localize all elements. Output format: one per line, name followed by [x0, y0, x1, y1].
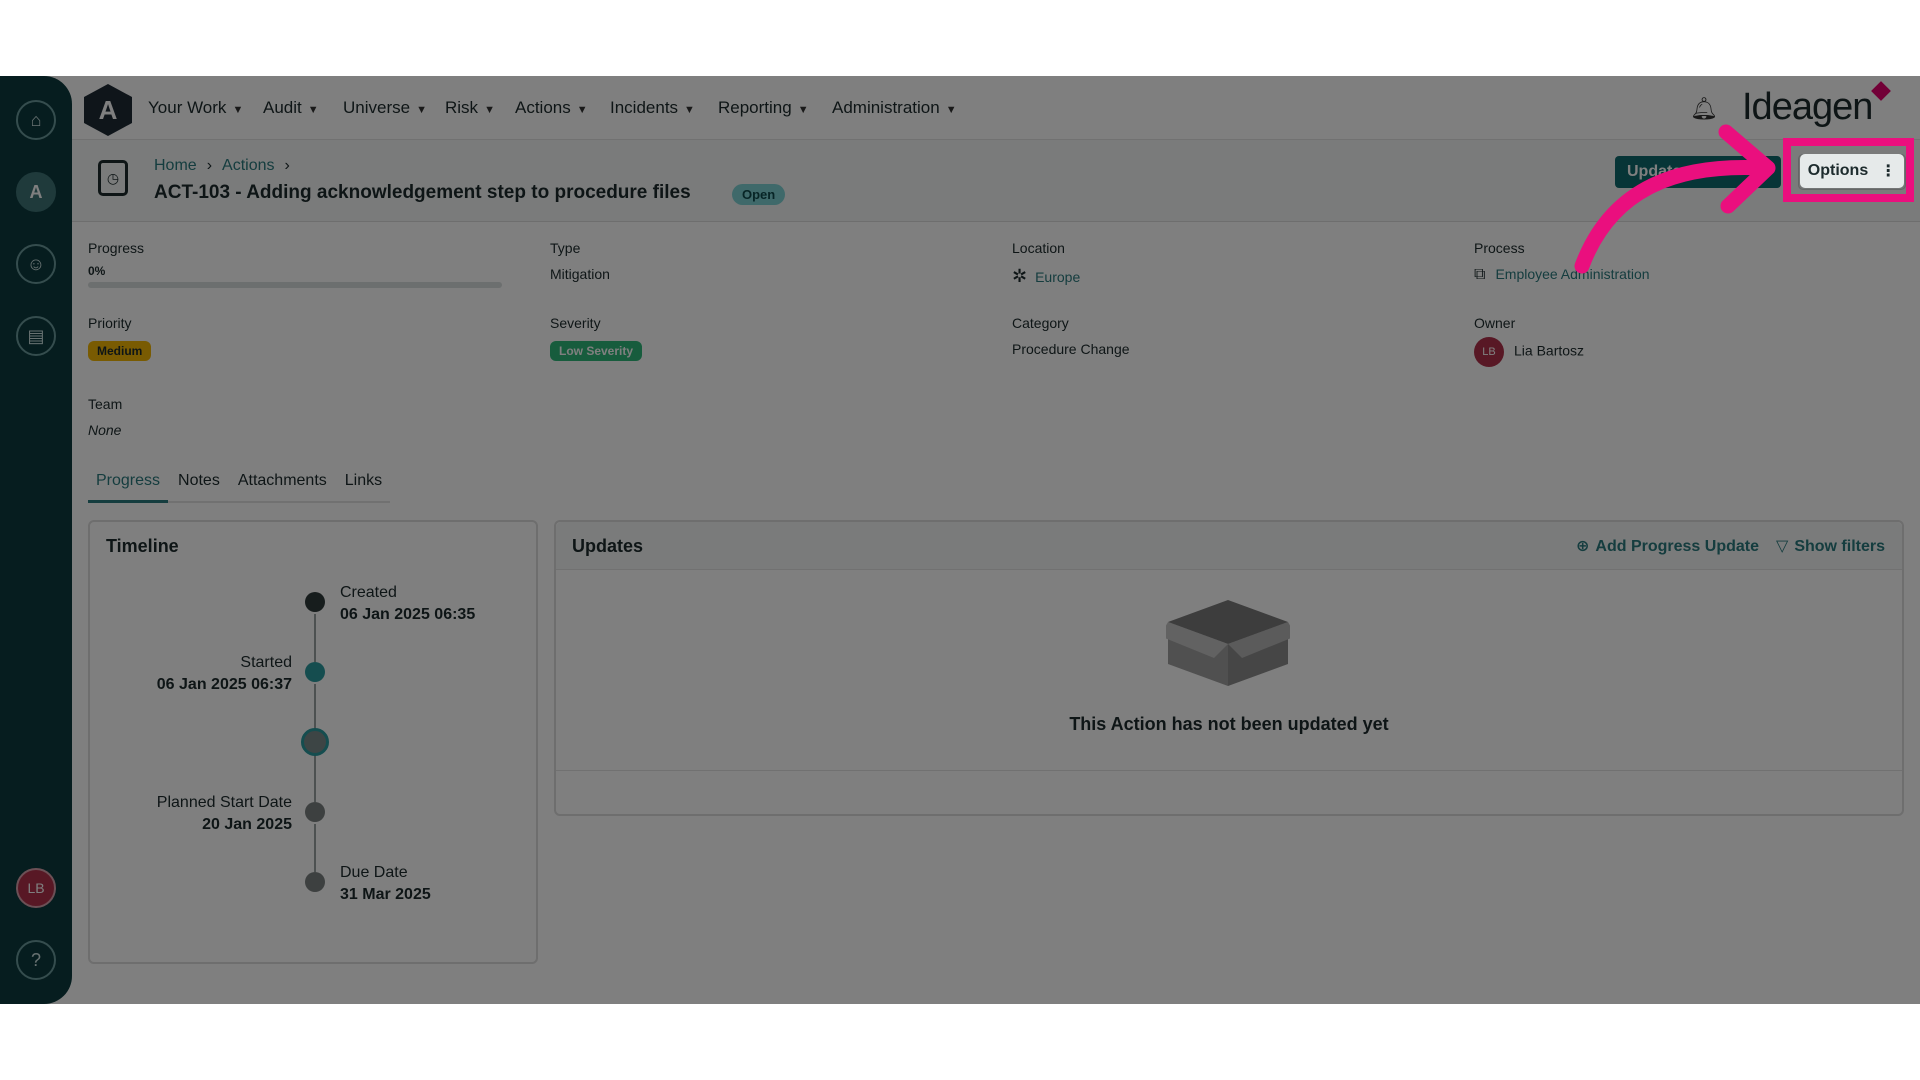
severity-field: Severity Low Severity — [550, 315, 643, 361]
add-progress-update-button[interactable]: ⊕ Add Progress Update — [1576, 536, 1759, 556]
process-field: Process ⧉ Employee Administration — [1474, 240, 1650, 283]
breadcrumb-home[interactable]: Home — [154, 157, 197, 175]
left-rail: ⌂ A ☺ ▤ LB ? — [0, 76, 72, 1004]
chevron-down-icon: ▼ — [576, 104, 588, 116]
chevron-down-icon: ▼ — [416, 104, 427, 116]
priority-badge: Medium — [88, 341, 152, 361]
timeline-dot-due — [305, 872, 325, 892]
nav-universe[interactable]: Universe ▼ — [343, 98, 427, 118]
progress-bar — [88, 282, 502, 288]
timeline-due: Due Date 31 Mar 2025 — [340, 864, 431, 903]
updates-header: Updates ⊕ Add Progress Update ▽ Show filte… — [556, 522, 1902, 570]
nav-actions[interactable]: Actions ▼ — [515, 98, 588, 118]
status-badge: Open — [732, 184, 786, 205]
page-title: ACT-103 - Adding acknowledgement step to… — [154, 182, 691, 203]
app-logo[interactable]: A — [84, 84, 132, 136]
filter-icon: ▽ — [1776, 538, 1789, 555]
breadcrumb-actions[interactable]: Actions — [222, 157, 274, 175]
timeline-connector — [314, 614, 316, 662]
breadcrumb: Home › Actions › — [154, 157, 290, 175]
nav-administration[interactable]: Administration ▼ — [832, 98, 957, 118]
location-link[interactable]: Europe — [1035, 269, 1080, 285]
notification-bell-icon[interactable]: 🔔︎ — [1690, 96, 1718, 122]
chevron-right-icon: › — [284, 157, 290, 174]
timeline-dot-created — [305, 592, 325, 612]
team-field: Team None — [88, 396, 123, 438]
progress-field: Progress 0% — [88, 240, 502, 288]
timeline-connector — [314, 824, 316, 872]
help-icon[interactable]: ? — [16, 940, 56, 980]
people-icon[interactable]: ☺ — [16, 244, 56, 284]
chevron-right-icon: › — [206, 157, 213, 174]
chevron-down-icon: ▼ — [232, 104, 244, 116]
owner-name: Lia Bartosz — [1514, 342, 1585, 359]
tab-notes[interactable]: Notes — [170, 472, 228, 501]
empty-box-icon — [1166, 600, 1290, 686]
action-clipboard-icon: ◷ — [98, 160, 128, 196]
timeline-created: Created 06 Jan 2025 06:35 — [340, 584, 476, 623]
brand-mark-icon — [1871, 81, 1891, 101]
location-field: Location ✲ Europe — [1012, 240, 1081, 286]
add-circle-icon: ⊕ — [1576, 538, 1590, 555]
timeline-started: Started 06 Jan 2025 06:37 — [156, 654, 292, 693]
nav-your-work[interactable]: Your Work ▼ — [148, 98, 243, 118]
home-icon[interactable]: ⌂ — [16, 100, 56, 140]
audit-app-icon[interactable]: A — [16, 172, 56, 212]
page-header: ◷ Home › Actions › ACT-103 - Adding ackn… — [72, 140, 1920, 222]
tab-links[interactable]: Links — [337, 472, 390, 501]
category-field: Category Procedure Change — [1012, 315, 1130, 357]
chevron-down-icon: ▼ — [484, 104, 495, 116]
timeline-planned-start: Planned Start Date 20 Jan 2025 — [156, 794, 292, 833]
chevron-down-icon: ▼ — [307, 104, 319, 116]
timeline-connector — [314, 754, 316, 802]
updates-panel: Updates ⊕ Add Progress Update ▽ Show filte… — [554, 520, 1904, 816]
timeline-dot-current — [301, 728, 329, 756]
user-avatar[interactable]: LB — [16, 868, 56, 908]
update-button[interactable]: Update — [1615, 156, 1781, 188]
priority-field: Priority Medium — [88, 315, 152, 361]
highlight-box — [1783, 138, 1914, 202]
show-filters-button[interactable]: ▽ Show filters — [1776, 536, 1885, 556]
updates-title: Updates — [572, 536, 644, 556]
type-field: Type Mitigation — [550, 240, 610, 282]
owner-field: Owner LB Lia Bartosz — [1474, 315, 1584, 367]
tab-attachments[interactable]: Attachments — [230, 472, 335, 501]
chevron-down-icon: ▼ — [684, 104, 695, 116]
document-icon[interactable]: ▤ — [16, 316, 56, 356]
timeline-title: Timeline — [106, 536, 179, 556]
timeline-connector — [314, 684, 316, 732]
owner-avatar: LB — [1474, 337, 1504, 367]
timeline-dot-planned-start — [305, 802, 325, 822]
severity-badge: Low Severity — [550, 341, 643, 361]
timeline-panel: Timeline Created 06 Jan 2025 06:35 Starte… — [88, 520, 538, 964]
chevron-down-icon: ▼ — [797, 104, 809, 116]
location-icon: ✲ — [1012, 266, 1028, 286]
process-hierarchy-icon: ⧉ — [1474, 266, 1486, 283]
nav-incidents[interactable]: Incidents ▼ — [610, 98, 695, 118]
nav-audit[interactable]: Audit ▼ — [263, 98, 319, 118]
app-frame: ⌂ A ☺ ▤ LB ? A Your Work ▼ Audit ▼ Univers… — [0, 76, 1920, 1004]
brand-logo: Ideagen — [1742, 86, 1873, 128]
tab-progress[interactable]: Progress — [88, 472, 169, 503]
detail-tabs: Progress Notes Attachments Links — [88, 472, 391, 503]
updates-footer-divider — [556, 770, 1902, 771]
timeline-dot-started — [305, 662, 325, 682]
nav-risk[interactable]: Risk ▼ — [445, 98, 495, 118]
top-navigation: A Your Work ▼ Audit ▼ Universe ▼ Risk ▼ Acti… — [72, 76, 1920, 140]
process-link[interactable]: Employee Administration — [1495, 266, 1649, 282]
empty-state-message: This Action has not been updated yet — [1069, 714, 1389, 734]
chevron-down-icon: ▼ — [945, 104, 957, 116]
nav-reporting[interactable]: Reporting ▼ — [718, 98, 809, 118]
